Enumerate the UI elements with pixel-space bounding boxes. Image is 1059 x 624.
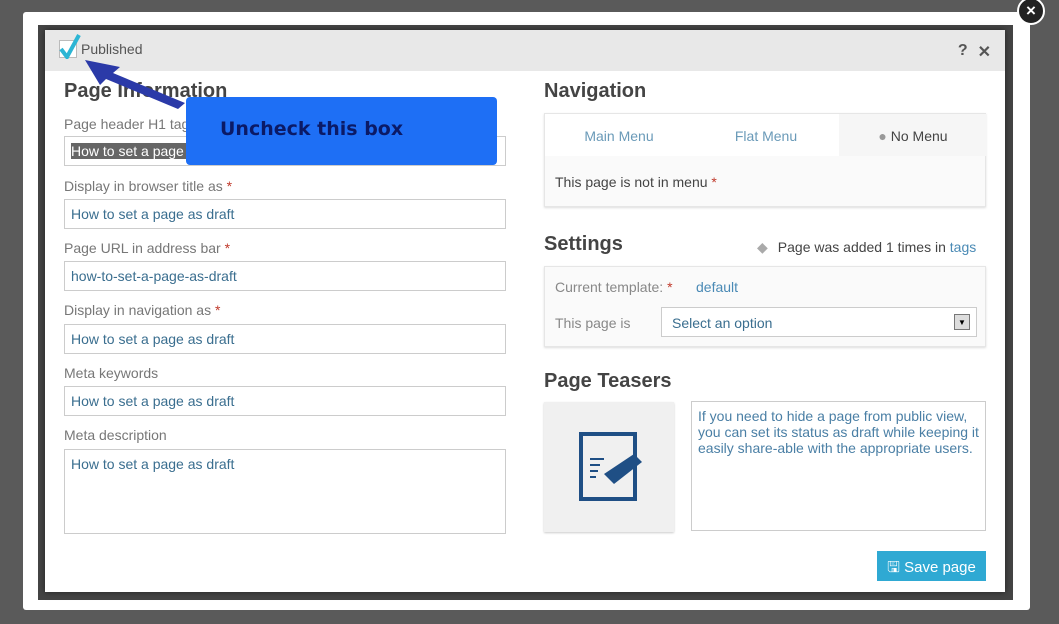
save-page-button[interactable]: 🖫 Save page — [877, 551, 986, 581]
settings-panel: Current template: * default This page is… — [544, 266, 986, 347]
overlay-close-button[interactable]: × — [1017, 0, 1045, 25]
check-circle-icon: ● — [878, 128, 887, 144]
tag-icon: ◆ — [757, 239, 768, 255]
tags-info: ◆ Page was added 1 times in tags — [757, 239, 977, 255]
meta-description-label: Meta description — [64, 427, 167, 443]
help-icon[interactable]: ? — [958, 42, 968, 62]
status-label: This page is — [555, 315, 631, 331]
browser-title-label: Display in browser title as * — [64, 178, 233, 194]
dropdown-arrow-icon[interactable]: ▼ — [954, 314, 970, 330]
navigation-tabs: Main Menu Flat Menu ● No Menu This page … — [544, 113, 987, 207]
template-link[interactable]: default — [696, 279, 738, 295]
url-label: Page URL in address bar * — [64, 240, 231, 256]
meta-description-textarea[interactable]: How to set a page as draft — [64, 449, 506, 534]
status-select[interactable]: Select an option ▼ — [661, 307, 977, 337]
tab-main-menu[interactable]: Main Menu — [545, 114, 693, 156]
floppy-disk-icon: 🖫 — [887, 559, 900, 576]
nav-name-input[interactable]: How to set a page as draft — [64, 324, 506, 354]
callout-arrow-icon — [85, 60, 185, 109]
checkbox-box[interactable] — [59, 34, 81, 59]
meta-keywords-label: Meta keywords — [64, 365, 159, 381]
tags-link[interactable]: tags — [950, 239, 976, 255]
settings-heading: Settings — [544, 233, 623, 255]
checkmark-icon — [59, 34, 81, 59]
meta-keywords-input[interactable]: How to set a page as draft — [64, 386, 506, 416]
document-edit-icon — [579, 432, 642, 501]
h1-label: Page header H1 tag * — [64, 116, 199, 132]
navigation-heading: Navigation — [544, 80, 647, 102]
teaser-image[interactable] — [544, 402, 674, 532]
browser-title-input[interactable]: How to set a page as draft — [64, 199, 506, 229]
nav-name-label: Display in navigation as * — [64, 302, 221, 318]
instruction-callout: Uncheck this box — [186, 97, 497, 165]
tab-no-menu[interactable]: ● No Menu — [839, 114, 987, 156]
tab-flat-menu[interactable]: Flat Menu — [693, 114, 839, 156]
template-label: Current template: * — [555, 279, 673, 295]
page-teasers-heading: Page Teasers — [544, 370, 672, 392]
close-icon[interactable]: ✕ — [978, 42, 991, 62]
menu-status: This page is not in menu * — [555, 174, 717, 190]
teaser-textarea[interactable]: If you need to hide a page from public v… — [691, 401, 986, 531]
url-input[interactable]: how-to-set-a-page-as-draft — [64, 261, 506, 291]
